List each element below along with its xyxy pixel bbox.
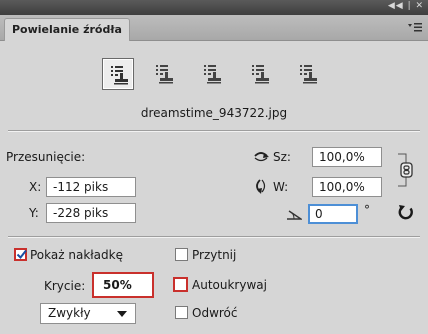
link-chain-icon[interactable] <box>398 150 416 190</box>
offset-x-label: X: <box>29 180 42 194</box>
window-controls[interactable]: ◀◀ | ✕ <box>388 1 424 11</box>
autohide-checkbox[interactable] <box>173 277 188 292</box>
source-filename: dreamstime_943722.jpg <box>140 106 288 120</box>
checkmark-icon <box>16 249 27 260</box>
clone-source-slot-2[interactable] <box>148 58 180 90</box>
clone-source-panel: ◀◀ | ✕ Powielanie źródła dreamstime_9437… <box>0 0 428 334</box>
show-overlay-label[interactable]: Pokaż nakładkę <box>30 248 123 262</box>
clip-label[interactable]: Przytnij <box>192 248 236 262</box>
clone-source-slot-4[interactable] <box>244 58 276 90</box>
clone-stamp-source-icon <box>204 65 221 84</box>
flip-horizontal-icon[interactable] <box>252 150 270 164</box>
invert-checkbox[interactable] <box>175 306 188 319</box>
flip-vertical-icon[interactable] <box>254 177 268 195</box>
blend-mode-value: Zwykły <box>48 306 91 320</box>
opacity-label: Krycie: <box>44 279 86 293</box>
width-field[interactable]: 100,0% <box>312 147 382 167</box>
invert-label[interactable]: Odwróć <box>192 306 238 320</box>
clip-checkbox[interactable] <box>175 248 188 261</box>
offset-y-label: Y: <box>29 206 39 220</box>
divider <box>8 130 420 132</box>
offset-y-field[interactable]: -228 piks <box>46 203 136 223</box>
blend-mode-select[interactable]: Zwykły <box>40 303 136 324</box>
panel-menu-icon[interactable] <box>408 22 422 32</box>
divider <box>8 236 420 238</box>
height-field[interactable]: 100,0% <box>312 177 382 197</box>
angle-icon <box>287 210 302 220</box>
angle-field[interactable]: 0 <box>308 204 358 224</box>
clone-source-slot-3[interactable] <box>196 58 228 90</box>
clone-stamp-source-icon <box>252 65 269 84</box>
clone-source-slots <box>0 58 428 94</box>
opacity-field[interactable]: 50% <box>92 272 154 298</box>
chevron-down-icon <box>117 311 127 317</box>
clone-stamp-source-icon <box>300 65 317 84</box>
height-label: W: <box>273 180 289 194</box>
width-label: Sz: <box>273 150 291 164</box>
clone-stamp-source-icon <box>156 65 173 84</box>
clone-stamp-source-icon <box>111 66 128 85</box>
reset-transform-icon[interactable] <box>398 204 414 220</box>
offset-label: Przesunięcie: <box>6 150 86 164</box>
offset-x-field[interactable]: -112 piks <box>46 177 136 197</box>
tab-clone-source[interactable]: Powielanie źródła <box>4 18 130 41</box>
tab-row: Powielanie źródła <box>0 15 428 41</box>
panel-titlebar: ◀◀ | ✕ <box>0 0 428 15</box>
autohide-label[interactable]: Autoukrywaj <box>192 278 267 292</box>
clone-source-slot-5[interactable] <box>292 58 324 90</box>
show-overlay-checkbox[interactable] <box>14 248 27 261</box>
angle-unit: ° <box>364 203 370 217</box>
clone-source-slot-1[interactable] <box>102 58 134 90</box>
